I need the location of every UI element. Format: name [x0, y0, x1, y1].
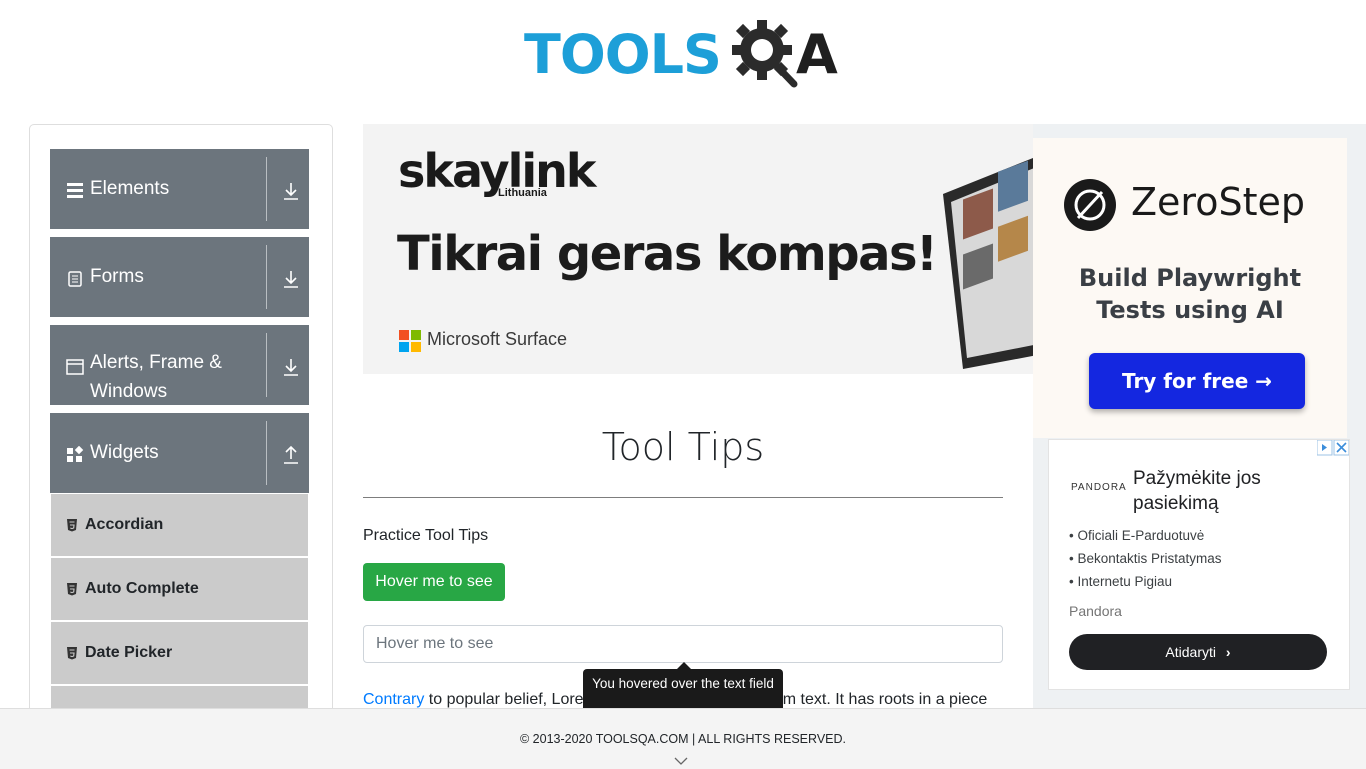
pandora-source: Pandora	[1069, 603, 1122, 619]
sidebar-group-forms[interactable]: Forms	[50, 237, 309, 317]
title-divider	[363, 497, 1003, 498]
form-icon	[68, 271, 82, 287]
chevron-down-icon[interactable]	[674, 756, 688, 766]
upload-arrow-icon[interactable]	[281, 445, 301, 465]
sidebar-group-label: Widgets	[90, 442, 159, 463]
contrary-link[interactable]: Contrary	[363, 691, 424, 708]
pandora-bullet: • Bekontaktis Pristatymas	[1069, 551, 1222, 566]
download-arrow-icon[interactable]	[281, 181, 301, 201]
sidebar-group-alerts-frame-windows[interactable]: Alerts, Frame & Windows	[50, 325, 309, 405]
pandora-bullets: • Oficiali E-Parduotuvė • Bekontaktis Pr…	[1069, 524, 1222, 593]
html5-icon	[67, 519, 77, 532]
zerostep-tagline: Build Playwright Tests using AI	[1033, 262, 1347, 326]
window-icon	[66, 359, 84, 375]
sidebar-item-auto-complete[interactable]: Auto Complete	[51, 558, 308, 621]
pandora-logo: PANDORA	[1071, 482, 1127, 493]
logo-text-a: A	[796, 23, 838, 86]
logo-text: TOOLS	[524, 23, 722, 86]
sidebar-group-label-line1: Alerts, Frame &	[90, 352, 222, 373]
divider	[266, 157, 267, 221]
banner-ad[interactable]: skaylink Lithuania Tikrai geras kompas! …	[363, 124, 1033, 374]
left-sidebar: Elements Forms Alerts, Frame & Windows W…	[29, 124, 333, 746]
ad-brand: skaylink	[398, 144, 596, 198]
footer: © 2013-2020 TOOLSQA.COM | ALL RIGHTS RES…	[0, 708, 1366, 769]
ad-close-icon[interactable]	[1317, 440, 1349, 456]
divider	[266, 245, 267, 309]
sidebar-group-label-line2: Windows	[90, 381, 168, 402]
footer-copyright: © 2013-2020 TOOLSQA.COM | ALL RIGHTS RES…	[519, 732, 846, 746]
zerostep-logo-icon	[1064, 179, 1116, 231]
sidebar-group-label: Forms	[90, 266, 144, 287]
page-title: Tool Tips	[601, 425, 765, 469]
pandora-title: Pažymėkite jos pasiekimą	[1133, 468, 1261, 514]
pandora-open-button[interactable]: Atidaryti ›	[1069, 634, 1327, 670]
gear-magnifier-icon	[732, 20, 798, 88]
sidebar-group-elements[interactable]: Elements	[50, 149, 309, 229]
tooltip-arrow	[677, 662, 691, 669]
sidebar-item-date-picker[interactable]: Date Picker	[51, 622, 308, 685]
pandora-bullet: • Oficiali E-Parduotuvė	[1069, 528, 1205, 543]
laptop-image	[943, 158, 1033, 369]
practice-label: Practice Tool Tips	[363, 527, 489, 544]
divider	[266, 333, 267, 397]
toolsqa-logo[interactable]: TOOLS A	[524, 14, 854, 94]
sidebar-item-label: Date Picker	[85, 644, 173, 661]
tagline-line2: Tests using AI	[1096, 296, 1284, 324]
pandora-ad[interactable]: PANDORA Pažymėkite jos pasiekimą • Ofici…	[1048, 439, 1350, 690]
pandora-open-label: Atidaryti	[1165, 644, 1216, 660]
sidebar-item-label: Accordian	[85, 516, 164, 533]
download-arrow-icon[interactable]	[281, 269, 301, 289]
sidebar-group-widgets[interactable]: Widgets	[50, 413, 309, 493]
sidebar-item-accordian[interactable]: Accordian	[51, 494, 308, 557]
html5-icon	[67, 647, 77, 660]
chevron-right-icon: ›	[1225, 644, 1231, 660]
html5-icon	[67, 583, 77, 596]
download-arrow-icon[interactable]	[281, 357, 301, 377]
ad-headline: Tikrai geras kompas!	[397, 226, 938, 282]
hover-me-field[interactable]	[363, 625, 1003, 663]
try-for-free-button[interactable]: Try for free →	[1089, 353, 1305, 409]
pandora-bullet: • Internetu Pigiau	[1069, 574, 1173, 589]
ad-brand-sub: Lithuania	[498, 187, 547, 199]
tagline-line1: Build Playwright	[1078, 264, 1302, 292]
widgets-icon	[67, 446, 84, 462]
microsoft-logo-icon	[399, 330, 421, 352]
sidebar-item-label: Auto Complete	[85, 580, 199, 597]
menu-icon	[67, 183, 83, 198]
sidebar-group-label: Elements	[90, 178, 170, 199]
divider	[266, 421, 267, 485]
side-ad-column: ZeroStep Build Playwright Tests using AI…	[1033, 124, 1366, 708]
hover-me-input[interactable]	[364, 626, 998, 662]
zerostep-brand: ZeroStep	[1131, 180, 1305, 224]
hover-me-button[interactable]: Hover me to see	[363, 563, 505, 601]
ad-partner: Microsoft Surface	[427, 329, 568, 349]
zerostep-ad[interactable]: ZeroStep Build Playwright Tests using AI…	[1033, 138, 1347, 438]
